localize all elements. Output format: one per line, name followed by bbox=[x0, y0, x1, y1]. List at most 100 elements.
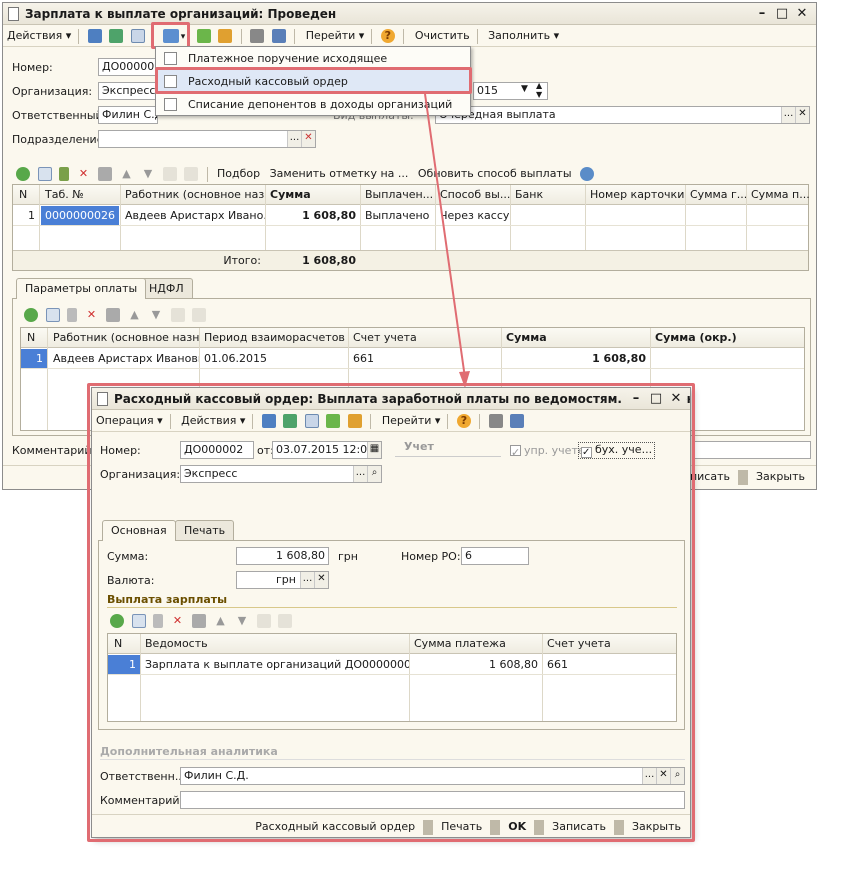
list-icon[interactable] bbox=[250, 29, 265, 43]
sort-asc-icon[interactable] bbox=[162, 167, 177, 181]
close-button[interactable]: Закрыть bbox=[751, 466, 810, 488]
row-sum[interactable]: 1 608,80 bbox=[266, 206, 360, 225]
back-arrow-icon[interactable] bbox=[87, 29, 102, 43]
date-spinner-icon[interactable]: ▲ ▼ bbox=[536, 81, 542, 99]
row-employee[interactable]: Авдеев Аристарх Иванович bbox=[49, 349, 199, 368]
menu-item-label: Списание депонентов в доходы организаций bbox=[188, 98, 453, 111]
clear-button[interactable]: Очистить bbox=[411, 25, 474, 47]
refresh-icon[interactable] bbox=[109, 29, 124, 43]
move-down-icon[interactable]: ▼ bbox=[149, 308, 163, 322]
row-paid[interactable]: Выплачено bbox=[361, 206, 435, 225]
row-employee[interactable]: Авдеев Аристарх Ивано... bbox=[121, 206, 265, 225]
row-n: 1 bbox=[28, 209, 35, 222]
structure-icon[interactable] bbox=[271, 29, 286, 43]
minimize-icon[interactable]: – bbox=[752, 3, 772, 24]
pick-button[interactable]: Подбор bbox=[214, 167, 263, 180]
col-header-method[interactable]: Способ вы... bbox=[436, 185, 510, 204]
number-field[interactable]: ДО0000000 bbox=[98, 58, 158, 76]
sort-asc-icon[interactable] bbox=[170, 308, 185, 322]
cash-order-highlight bbox=[155, 67, 472, 94]
table-row[interactable]: 1 0000000026 Авдеев Аристарх Ивано... 1 … bbox=[13, 206, 808, 226]
col-header-sum-rounded[interactable]: Сумма (окр.) bbox=[651, 328, 805, 347]
update-method-button[interactable]: Обновить способ выплаты bbox=[415, 167, 575, 180]
payout-type-clear-icon[interactable]: ✕ bbox=[795, 107, 809, 123]
organization-field[interactable]: Экспресс bbox=[98, 82, 158, 100]
row-period[interactable]: 01.06.2015 bbox=[200, 349, 348, 368]
row-method[interactable]: Через кассу bbox=[436, 206, 510, 225]
division-clear-icon[interactable]: ✕ bbox=[301, 131, 315, 147]
move-up-icon[interactable]: ▲ bbox=[128, 308, 142, 322]
delete-row-icon[interactable]: ✕ bbox=[77, 167, 91, 181]
fill-menu-button[interactable]: Заполнить ▾ bbox=[484, 25, 563, 47]
add-row-icon[interactable] bbox=[16, 167, 30, 181]
col-header-sum[interactable]: Сумма bbox=[502, 328, 650, 347]
employees-grid-footer: Итого: 1 608,80 bbox=[13, 250, 808, 270]
payout-type-field[interactable]: Очередная выплата ... ✕ bbox=[435, 106, 810, 124]
col-header-bank[interactable]: Банк bbox=[511, 185, 585, 204]
col-header-period[interactable]: Период взаиморасчетов bbox=[200, 328, 348, 347]
edit-row-icon[interactable] bbox=[67, 308, 77, 322]
comment-field[interactable] bbox=[693, 441, 811, 459]
menu-item-label: Платежное поручение исходящее bbox=[188, 52, 388, 65]
actions-menu-button[interactable]: Действия ▾ bbox=[3, 25, 75, 47]
replace-mark-button[interactable]: Заменить отметку на ... bbox=[267, 167, 412, 180]
col-header-employee[interactable]: Работник (основное наз... bbox=[121, 185, 265, 204]
tab-ndfl[interactable]: НДФЛ bbox=[140, 278, 193, 298]
copy-row-icon[interactable] bbox=[37, 167, 52, 181]
date-dropdown-icon[interactable]: ▼ bbox=[521, 84, 528, 94]
row-tab-no[interactable]: 0000000026 bbox=[41, 206, 119, 225]
col-header-paid[interactable]: Выплачен... bbox=[361, 185, 435, 204]
move-down-icon[interactable]: ▼ bbox=[141, 167, 155, 181]
payment-grid-toolbar: ✕ ▲ ▼ bbox=[22, 305, 208, 325]
division-label: Подразделение: bbox=[12, 133, 108, 146]
payout-type-select-icon[interactable]: ... bbox=[781, 107, 795, 123]
comment-label: Комментарий: bbox=[12, 444, 96, 457]
document-icon bbox=[8, 7, 19, 21]
sort-desc-icon[interactable] bbox=[192, 308, 206, 322]
main-toolbar: Действия ▾ ▾ Перейти ▾ ? Очистить Заполн… bbox=[3, 25, 816, 47]
row-sum[interactable]: 1 608,80 bbox=[502, 349, 650, 368]
create-based-on-highlight bbox=[151, 22, 190, 49]
post-document-icon[interactable] bbox=[196, 29, 211, 43]
unpost-document-icon[interactable] bbox=[218, 29, 233, 43]
col-header-n[interactable]: N bbox=[23, 328, 47, 347]
responsible-field[interactable]: Филин С.Д. bbox=[98, 106, 158, 124]
delete-row-icon[interactable]: ✕ bbox=[85, 308, 99, 322]
table-row[interactable]: 1 Авдеев Аристарх Иванович 01.06.2015 66… bbox=[21, 349, 804, 369]
col-header-sum-p[interactable]: Сумма п... bbox=[747, 185, 809, 204]
goto-menu-button[interactable]: Перейти ▾ bbox=[302, 25, 369, 47]
organization-label: Организация: bbox=[12, 85, 93, 98]
col-header-employee[interactable]: Работник (основное назн... bbox=[49, 328, 199, 347]
col-header-n[interactable]: N bbox=[15, 185, 39, 204]
order-window-highlight bbox=[87, 383, 695, 842]
col-header-sum[interactable]: Сумма bbox=[266, 185, 360, 204]
employees-grid[interactable]: N Таб. № Работник (основное наз... Сумма… bbox=[12, 184, 809, 271]
move-up-icon[interactable]: ▲ bbox=[120, 167, 134, 181]
sort-desc-icon[interactable] bbox=[184, 167, 198, 181]
maximize-icon[interactable]: □ bbox=[772, 3, 792, 24]
copy-row-icon[interactable] bbox=[45, 308, 60, 322]
document-icon bbox=[164, 52, 177, 65]
col-header-card-no[interactable]: Номер карточки bbox=[586, 185, 685, 204]
tab-main[interactable]: Основная bbox=[102, 520, 176, 541]
add-row-icon[interactable] bbox=[24, 308, 38, 322]
users-icon[interactable] bbox=[580, 167, 595, 181]
help-icon[interactable]: ? bbox=[380, 29, 395, 43]
copy-icon[interactable] bbox=[130, 29, 145, 43]
end-edit-icon[interactable] bbox=[98, 167, 112, 181]
menu-item-write-off-deposits[interactable]: Списание депонентов в доходы организаций bbox=[156, 93, 470, 116]
end-edit-icon[interactable] bbox=[106, 308, 120, 322]
division-field[interactable]: ... ✕ bbox=[98, 130, 316, 148]
close-icon[interactable]: ✕ bbox=[792, 3, 812, 24]
employees-grid-header: N Таб. № Работник (основное наз... Сумма… bbox=[13, 185, 809, 205]
date-field-value: 015 bbox=[477, 84, 498, 97]
division-select-icon[interactable]: ... bbox=[287, 131, 301, 147]
col-header-account[interactable]: Счет учета bbox=[349, 328, 501, 347]
col-header-sum-g[interactable]: Сумма г... bbox=[686, 185, 746, 204]
employees-grid-toolbar: ✕ ▲ ▼ Подбор Заменить отметку на ... Обн… bbox=[14, 164, 596, 184]
row-account[interactable]: 661 bbox=[349, 349, 501, 368]
col-header-tab-no[interactable]: Таб. № bbox=[41, 185, 121, 204]
tab-payment-params[interactable]: Параметры оплаты bbox=[16, 278, 147, 299]
document-icon bbox=[164, 98, 177, 111]
edit-row-icon[interactable] bbox=[59, 167, 69, 181]
